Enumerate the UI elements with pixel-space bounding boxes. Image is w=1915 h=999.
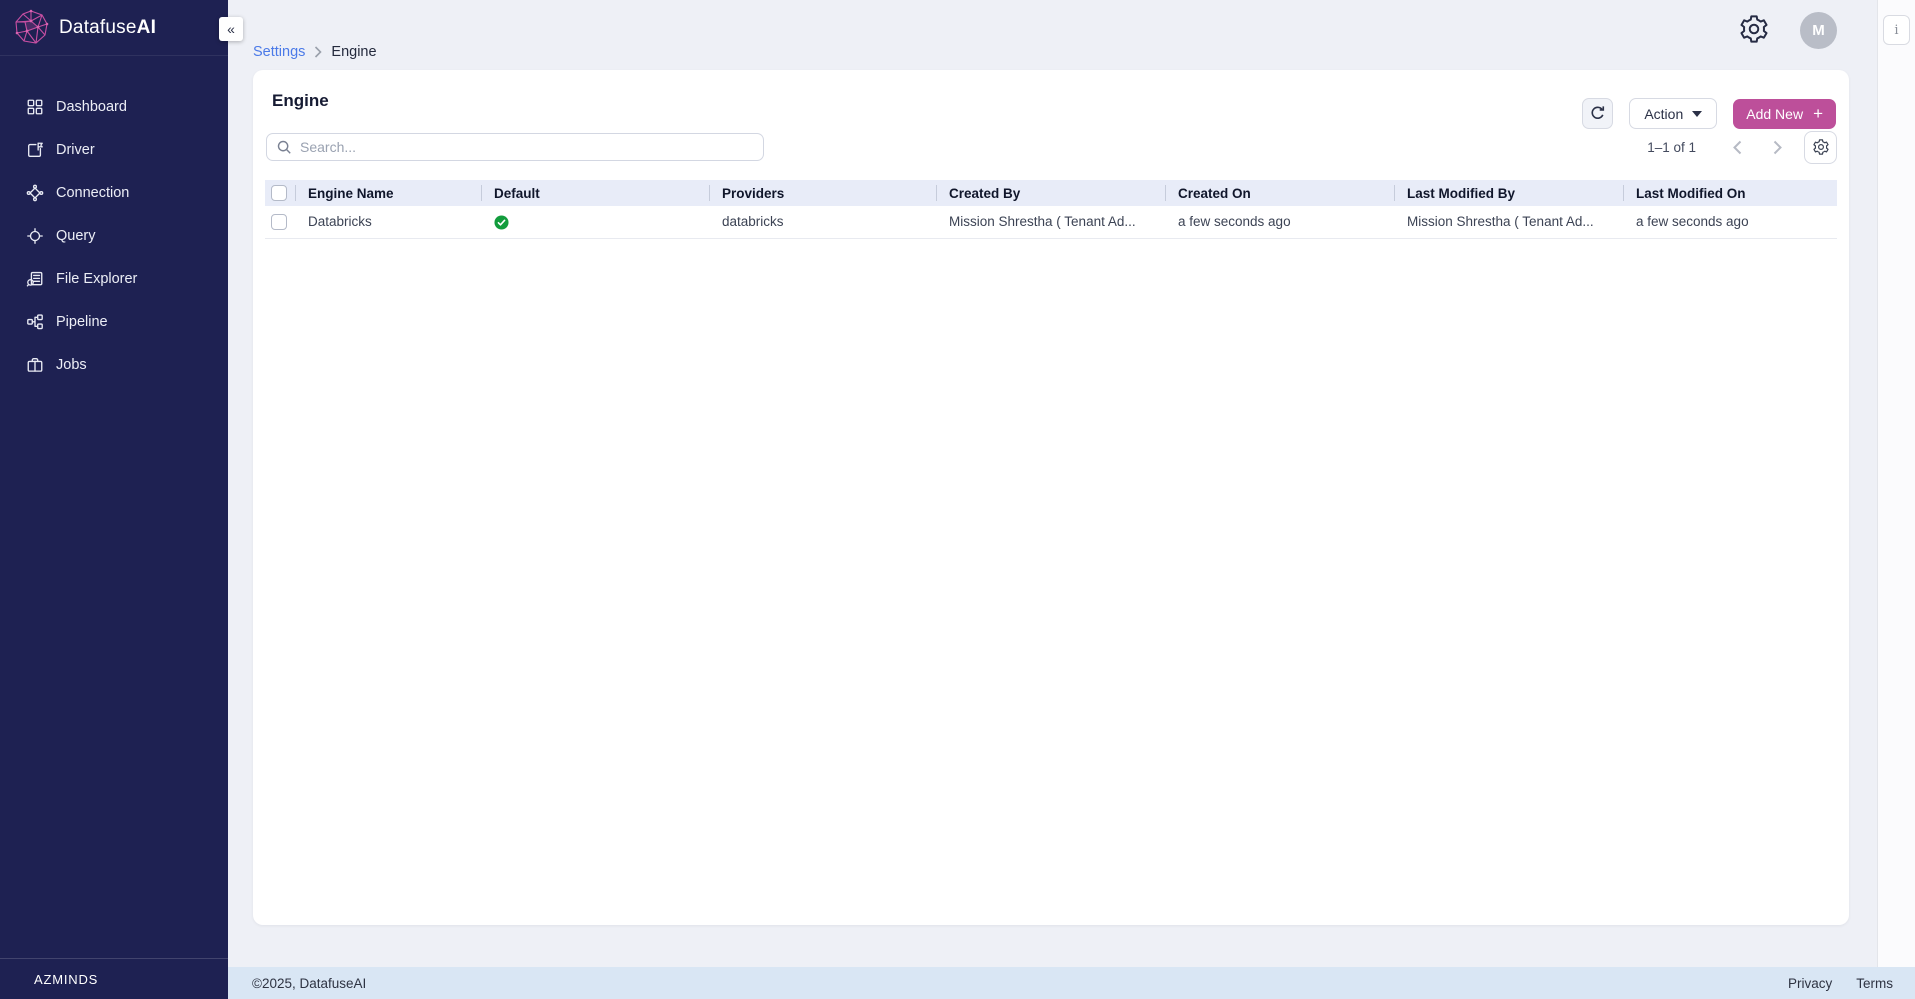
brand-logo[interactable]: DatafuseAI [0,0,228,56]
page-title: Engine [272,91,329,110]
previous-page-icon[interactable] [1724,134,1750,160]
default-check-icon [494,215,509,230]
sidebar-item-pipeline[interactable]: Pipeline [0,300,228,343]
column-header: Providers [709,180,936,206]
brand-name: DatafuseAI [59,16,157,38]
plus-icon: + [1813,104,1823,123]
add-new-label: Add New [1746,105,1804,122]
chevron-right-icon [314,46,323,58]
cell-last-modified-by: Mission Shrestha ( Tenant Ad... [1394,206,1623,239]
cell-created-on: a few seconds ago [1165,206,1394,239]
jobs-icon [26,356,44,374]
sidebar-item-query[interactable]: Query [0,214,228,257]
column-header: Created By [936,180,1165,206]
action-label: Action [1644,105,1684,122]
column-header: Last Modified By [1394,180,1623,206]
sidebar-item-label: Driver [56,141,95,158]
pagination: 1–1 of 1 [1647,130,1837,164]
column-header: Engine Name [295,180,481,206]
sidebar-item-label: File Explorer [56,270,138,287]
select-all-checkbox[interactable] [271,185,287,202]
sidebar-nav: Dashboard Driver Connection Query File Explo… [0,56,228,386]
select-all-cell [265,180,295,206]
add-new-button[interactable]: Add New + [1733,98,1836,129]
info-button[interactable]: i [1883,15,1910,45]
right-side-panel: i [1877,0,1915,967]
row-checkbox[interactable] [271,213,287,230]
footer-link-privacy[interactable]: Privacy [1788,976,1832,991]
column-header: Last Modified On [1623,180,1837,206]
search-box [266,133,764,161]
file-explorer-icon [26,270,44,288]
default-cell [481,206,709,239]
sidebar-item-dashboard[interactable]: Dashboard [0,85,228,128]
sidebar-item-connection[interactable]: Connection [0,171,228,214]
table-header-row: Engine Name Default Providers Created By Cre… [265,180,1837,206]
sidebar-item-label: Pipeline [56,313,108,330]
sidebar-collapse-button[interactable]: « [219,17,243,41]
table-settings-gear-icon[interactable] [1804,130,1837,164]
sidebar-item-label: Jobs [56,356,87,373]
footer: ©2025, DatafuseAI Privacy Terms [228,967,1915,999]
cell-engine-name: Databricks [295,206,481,239]
footer-link-terms[interactable]: Terms [1856,976,1893,991]
column-header: Default [481,180,709,206]
sidebar-item-label: Query [56,227,96,244]
search-input[interactable] [266,133,764,161]
sidebar-item-driver[interactable]: Driver [0,128,228,171]
breadcrumb-settings-link[interactable]: Settings [253,44,305,60]
search-icon [276,139,292,160]
settings-gear-icon[interactable] [1738,13,1770,45]
sidebar: DatafuseAI Dashboard Driver Connection Quer… [0,0,228,999]
cell-created-by: Mission Shrestha ( Tenant Ad... [936,206,1165,239]
datafuse-logo-icon [15,9,49,44]
query-icon [26,227,44,245]
breadcrumb: Settings Engine [253,44,377,60]
caret-down-icon [1692,110,1703,117]
cell-last-modified-on: a few seconds ago [1623,206,1837,239]
grid-icon [26,98,44,116]
pagination-range: 1–1 of 1 [1647,139,1696,155]
connection-icon [26,184,44,202]
refresh-button[interactable] [1582,98,1614,129]
user-avatar[interactable]: M [1800,12,1837,49]
sidebar-item-label: Dashboard [56,98,127,115]
pipeline-icon [26,313,44,331]
org-label: AZMINDS [0,958,228,999]
engine-panel: Engine Action Add New + 1–1 of 1 [253,70,1849,925]
breadcrumb-current: Engine [331,44,377,60]
copyright-text: ©2025, DatafuseAI [252,975,367,991]
next-page-icon[interactable] [1764,134,1790,160]
table-row[interactable]: Databricks databricks Mission Shrestha ( T… [265,206,1837,239]
column-header: Created On [1165,180,1394,206]
engine-table: Engine Name Default Providers Created By Cre… [265,180,1837,239]
toolbar-actions: Action Add New + [1582,98,1836,129]
action-dropdown[interactable]: Action [1629,98,1718,129]
cell-providers: databricks [709,206,936,239]
row-select-cell [265,206,295,239]
sidebar-item-label: Connection [56,184,130,201]
sidebar-item-jobs[interactable]: Jobs [0,343,228,386]
sidebar-item-file-explorer[interactable]: File Explorer [0,257,228,300]
driver-icon [26,141,44,159]
